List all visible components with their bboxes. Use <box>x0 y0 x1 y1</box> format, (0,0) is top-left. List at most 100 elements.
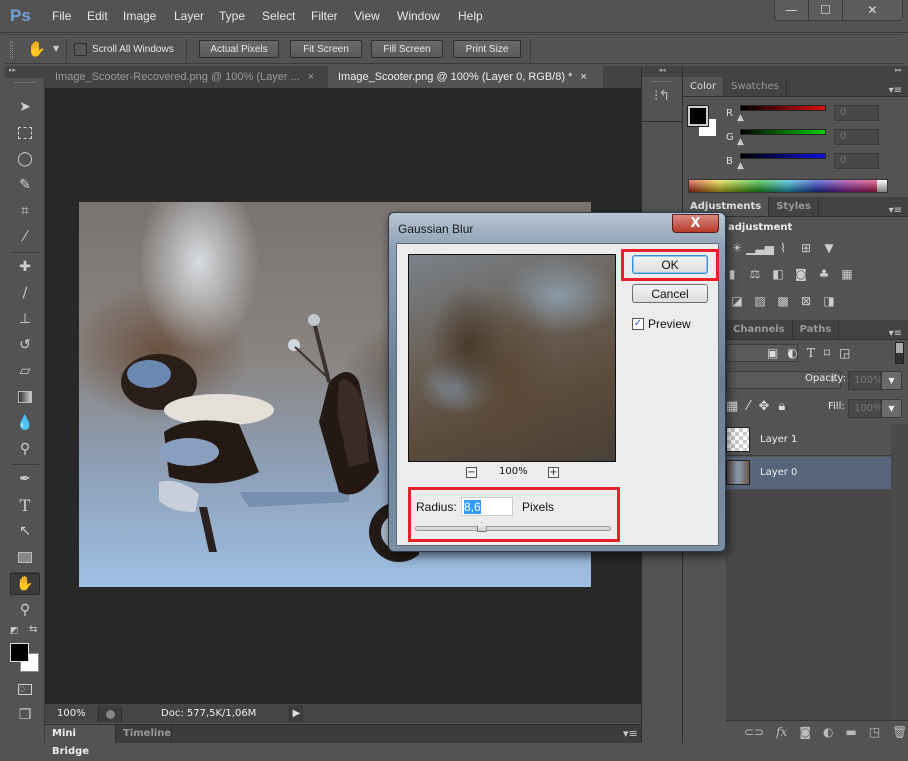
brightness-icon[interactable]: ☀ <box>728 240 746 256</box>
delete-layer-icon[interactable]: 🗑︎ <box>892 725 907 739</box>
exposure-icon[interactable]: ⊞ <box>797 240 815 256</box>
lock-pixels-icon[interactable]: ⁄ <box>747 399 749 414</box>
menu-edit[interactable]: Edit <box>87 9 108 23</box>
tab-styles[interactable]: Styles <box>769 197 819 216</box>
eyedropper-tool-icon[interactable]: ⁄ <box>13 226 37 248</box>
default-colors-icon[interactable]: ◩ <box>10 626 19 636</box>
grip-handle[interactable] <box>652 81 672 82</box>
tab-color[interactable]: Color <box>683 77 725 96</box>
tab-close-icon[interactable]: × <box>580 71 586 83</box>
collapse-icon[interactable]: ▸▸ <box>5 66 45 78</box>
lock-transparent-icon[interactable]: ▦ <box>726 399 738 414</box>
zoom-in-button[interactable]: + <box>548 467 559 478</box>
menu-filter[interactable]: Filter <box>311 9 338 23</box>
new-layer-icon[interactable]: ◳ <box>869 725 880 739</box>
marquee-tool-icon[interactable] <box>13 122 37 144</box>
new-group-icon[interactable]: ▬ <box>845 725 856 739</box>
adjustment-filter-icon[interactable]: ◐ <box>787 346 797 360</box>
type-tool-icon[interactable]: T <box>13 494 37 516</box>
menu-image[interactable]: Image <box>123 9 156 23</box>
gradient-tool-icon[interactable] <box>13 386 37 408</box>
fill-input[interactable]: 100% <box>848 399 883 418</box>
pen-tool-icon[interactable]: ✒ <box>13 468 37 490</box>
vibrance-icon[interactable]: ▼ <box>820 240 838 256</box>
tab-close-icon[interactable]: × <box>308 71 314 83</box>
clone-stamp-tool-icon[interactable]: ⊥ <box>13 308 37 330</box>
red-slider-thumb[interactable]: ▲ <box>737 113 744 123</box>
smart-object-filter-icon[interactable]: ◲ <box>839 346 850 360</box>
tab-swatches[interactable]: Swatches <box>724 77 787 96</box>
rectangle-tool-icon[interactable] <box>13 546 37 568</box>
tab-image-scooter-recovered[interactable]: Image_Scooter-Recovered.png @ 100% (Laye… <box>45 66 328 88</box>
blue-slider-thumb[interactable]: ▲ <box>737 161 744 171</box>
close-button[interactable]: ✕ <box>843 0 902 20</box>
dodge-tool-icon[interactable]: ⚲ <box>13 438 37 460</box>
path-selection-tool-icon[interactable]: ↖ <box>13 520 37 542</box>
curves-icon[interactable]: ⌇ <box>774 240 792 256</box>
maximize-button[interactable]: ☐ <box>809 0 843 20</box>
dialog-close-button[interactable]: X <box>672 214 719 233</box>
radius-slider-track[interactable] <box>415 526 611 531</box>
green-slider-track[interactable] <box>740 129 826 135</box>
share-icon[interactable] <box>98 706 122 722</box>
channel-mixer-icon[interactable]: ♣ <box>815 266 833 282</box>
color-balance-icon[interactable]: ⚖ <box>746 266 764 282</box>
link-layers-icon[interactable]: ⊂⊃ <box>744 725 764 739</box>
blue-slider-track[interactable] <box>740 153 826 159</box>
blur-preview-image[interactable] <box>408 254 616 462</box>
panel-menu-icon[interactable]: ▾≡ <box>623 727 638 740</box>
panel-menu-icon[interactable]: ▾≡ <box>889 85 908 96</box>
ok-button[interactable]: OK <box>632 255 708 274</box>
layers-scrollbar[interactable] <box>891 424 908 720</box>
menu-view[interactable]: View <box>354 9 380 23</box>
lasso-tool-icon[interactable]: ◯ <box>13 148 37 170</box>
scroll-all-windows-checkbox[interactable] <box>74 43 87 56</box>
tab-timeline[interactable]: Timeline <box>117 725 172 743</box>
photo-filter-icon[interactable]: ◙ <box>792 266 810 282</box>
move-tool-icon[interactable]: ➤ <box>13 96 37 118</box>
gradient-map-icon[interactable]: ◨ <box>820 293 838 309</box>
shape-filter-icon[interactable]: ⌑ <box>824 346 830 360</box>
collapse-icon[interactable]: ◂◂ <box>642 66 682 77</box>
green-slider-thumb[interactable]: ▲ <box>737 137 744 147</box>
radius-input[interactable]: 8,6 <box>461 497 513 516</box>
fill-screen-button[interactable]: Fill Screen <box>371 40 443 58</box>
tool-preset-dropdown-icon[interactable]: ▼ <box>53 44 59 53</box>
red-value-input[interactable]: 0 <box>834 105 879 121</box>
opacity-dropdown-icon[interactable]: ▼ <box>881 371 902 390</box>
add-mask-icon[interactable]: ◙ <box>799 725 811 739</box>
levels-icon[interactable]: ▁▃▅ <box>746 240 774 256</box>
opacity-input[interactable]: 100% <box>848 371 883 390</box>
actual-pixels-button[interactable]: Actual Pixels <box>199 40 279 58</box>
zoom-level[interactable]: 100% <box>57 708 86 719</box>
swap-colors-icon[interactable]: ⇆ <box>29 624 37 635</box>
panel-menu-icon[interactable]: ▾≡ <box>889 205 908 216</box>
fit-screen-button[interactable]: Fit Screen <box>290 40 362 58</box>
layer-row-selected[interactable]: Layer 0 <box>726 457 891 489</box>
eraser-tool-icon[interactable]: ▱ <box>13 360 37 382</box>
expand-icon[interactable]: ▸▸ <box>683 66 908 77</box>
grip-handle[interactable] <box>10 41 13 59</box>
invert-icon[interactable]: ◪ <box>728 293 746 309</box>
foreground-color-swatch[interactable] <box>10 643 29 662</box>
zoom-out-button[interactable]: − <box>466 467 477 478</box>
tab-image-scooter[interactable]: Image_Scooter.png @ 100% (Layer 0, RGB/8… <box>328 66 603 88</box>
zoom-tool-icon[interactable]: ⚲ <box>13 599 37 621</box>
color-spectrum-ramp[interactable] <box>688 179 888 193</box>
new-adjustment-layer-icon[interactable]: ◐ <box>823 725 833 739</box>
layer-row[interactable]: Layer 1 <box>726 424 891 456</box>
menu-layer[interactable]: Layer <box>174 9 204 23</box>
quick-mask-icon[interactable]: ◌ <box>13 678 37 700</box>
black-white-icon[interactable]: ◧ <box>769 266 787 282</box>
tab-paths[interactable]: Paths <box>793 320 840 339</box>
menu-file[interactable]: File <box>52 9 71 23</box>
red-slider-track[interactable] <box>740 105 826 111</box>
type-filter-icon[interactable]: T <box>807 346 815 360</box>
green-value-input[interactable]: 0 <box>834 129 879 145</box>
pixel-filter-icon[interactable]: ▣ <box>767 346 778 360</box>
preview-checkbox[interactable]: ✓ <box>632 318 644 330</box>
filter-toggle[interactable] <box>895 342 904 364</box>
grip-handle[interactable] <box>15 82 35 85</box>
healing-brush-tool-icon[interactable]: ✚ <box>13 256 37 278</box>
print-size-button[interactable]: Print Size <box>453 40 521 58</box>
